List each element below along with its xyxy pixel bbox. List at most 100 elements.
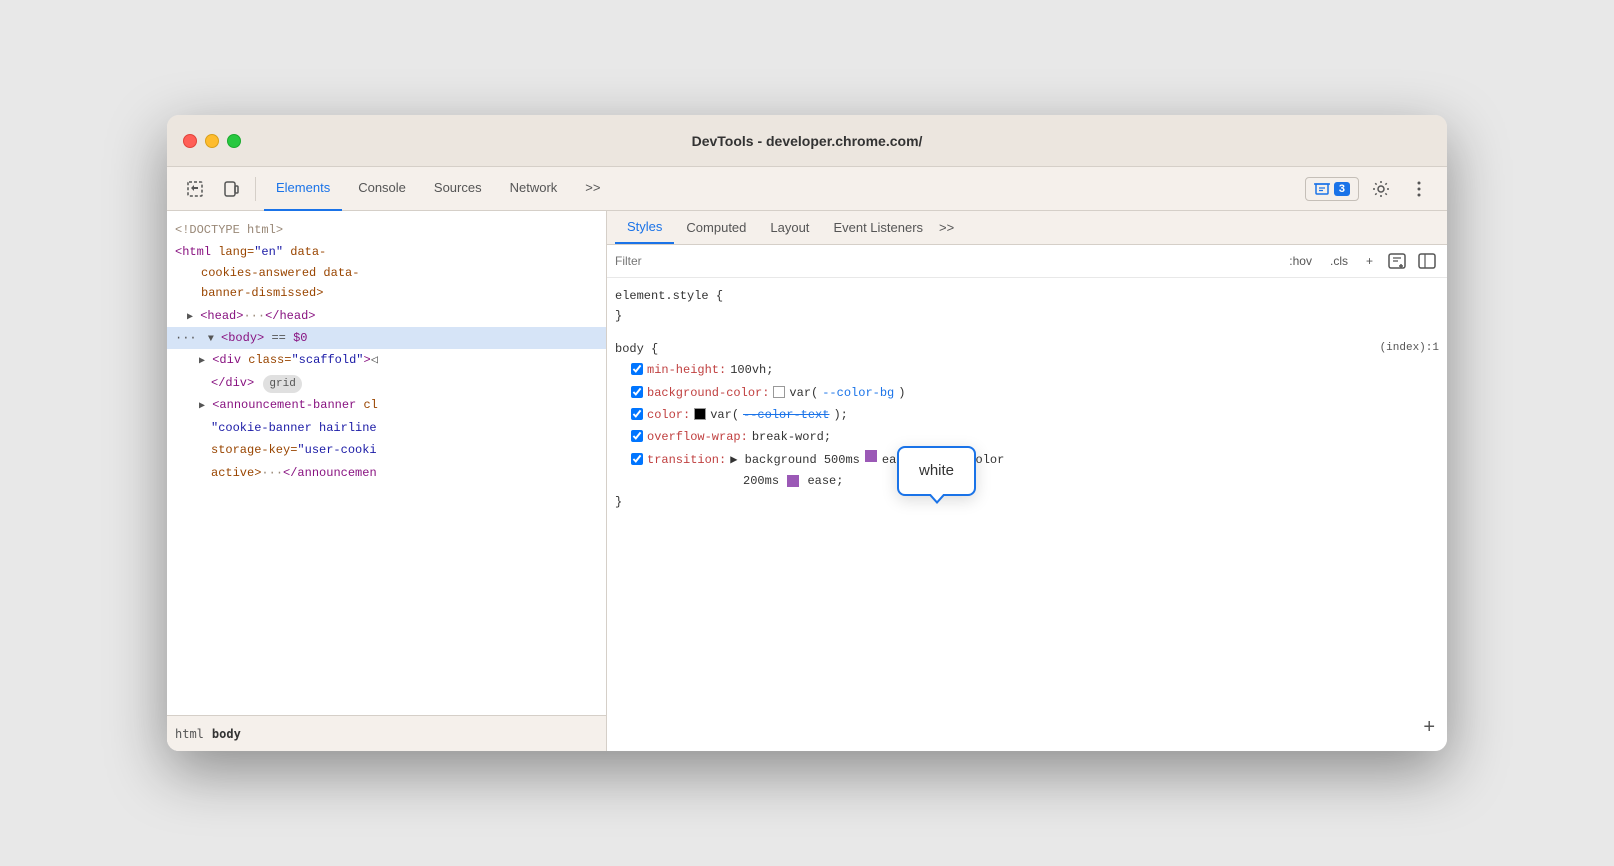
add-style-button[interactable]: + [1360,252,1379,270]
file-reference[interactable]: (index):1 [1380,339,1439,359]
filter-input[interactable] [615,254,1275,268]
min-height-row: min-height: 100vh; [631,359,1439,381]
transition-second-line: 200ms ease; [635,471,1439,491]
hov-button[interactable]: :hov [1283,252,1318,270]
window-controls [183,134,241,148]
device-toolbar-button[interactable] [215,173,247,205]
div-close-line[interactable]: </div> grid [203,372,606,395]
devtools-main: <!DOCTYPE html> <html lang="en" data- co… [167,211,1447,751]
transition-checkbox[interactable] [631,453,643,465]
head-line[interactable]: ▶ <head>···</head> [179,305,606,327]
new-rule-icon [1388,253,1406,269]
transition-200ms: 200ms [635,474,779,488]
sidebar-icon [1418,253,1436,269]
color-tooltip: white [897,446,976,496]
ease-swatch-2 [787,475,799,487]
settings-button[interactable] [1365,173,1397,205]
color-checkbox[interactable] [631,408,643,420]
overflow-wrap-value: break-word; [752,427,831,447]
doctype-line: <!DOCTYPE html> [167,219,606,241]
color-swatch[interactable] [694,408,706,420]
transition-expand: ▶ background 500ms [730,450,860,470]
bg-color-prop: background-color: [647,383,769,403]
issues-count: 3 [1334,182,1350,196]
tab-computed[interactable]: Computed [674,212,758,243]
color-value: var( [710,405,739,425]
settings-icon [1372,180,1390,198]
maximize-button[interactable] [227,134,241,148]
breadcrumb: html body [167,715,606,751]
window-title: DevTools - developer.chrome.com/ [692,133,923,149]
bg-color-row: background-color: var(--color-bg) [631,382,1439,404]
bg-color-swatch[interactable] [773,386,785,398]
add-style-rule-button[interactable]: + [1423,716,1435,739]
cursor-icon [186,180,204,198]
ease-swatch-1 [865,450,877,462]
overflow-wrap-prop: overflow-wrap: [647,427,748,447]
color-prop: color: [647,405,690,425]
body-close: } [615,492,1439,512]
tab-layout[interactable]: Layout [758,212,821,243]
bg-color-var-end: ) [898,383,905,403]
breadcrumb-body[interactable]: body [212,727,241,741]
device-icon [222,180,240,198]
issues-button[interactable]: 3 [1305,177,1359,201]
transition-prop: transition: [647,450,726,470]
overflow-wrap-checkbox[interactable] [631,430,643,442]
cls-button[interactable]: .cls [1324,252,1354,270]
filter-controls: :hov .cls + [1283,249,1439,273]
more-icon [1417,181,1421,197]
body-style-block: body { (index):1 min-height: 100vh; back… [615,339,1439,512]
min-height-checkbox[interactable] [631,363,643,375]
toggle-sidebar-button[interactable] [1415,249,1439,273]
filter-bar: :hov .cls + [607,245,1447,278]
styles-tabs: Styles Computed Layout Event Listeners >… [607,211,1447,245]
body-line[interactable]: ··· ▼ <body> == $0 [167,327,606,349]
grid-badge: grid [263,375,301,394]
html-open-line[interactable]: <html lang="en" data- cookies-answered d… [167,241,606,304]
elements-panel: <!DOCTYPE html> <html lang="en" data- co… [167,211,607,751]
tab-sources[interactable]: Sources [422,167,494,211]
min-height-value: 100vh; [730,360,773,380]
active-line[interactable]: active>···</announcemen [203,462,606,484]
cookie-banner-line[interactable]: "cookie-banner hairline [203,417,606,439]
tab-console[interactable]: Console [346,167,418,211]
overflow-wrap-row: overflow-wrap: break-word; [631,426,1439,448]
storage-key-line[interactable]: storage-key="user-cooki [203,439,606,461]
more-menu-button[interactable] [1403,173,1435,205]
color-text-link[interactable]: --color-text [743,405,829,425]
transition-ease2: ease; [807,474,843,488]
div-scaffold-line[interactable]: ▶ <div class="scaffold">◁ [191,349,606,371]
bg-color-var-start: var( [789,383,818,403]
element-style-selector: element.style { [615,286,1439,306]
devtools-window: DevTools - developer.chrome.com/ Element… [167,115,1447,751]
bg-color-checkbox[interactable] [631,386,643,398]
elements-content[interactable]: <!DOCTYPE html> <html lang="en" data- co… [167,211,606,715]
styles-content[interactable]: element.style { } body { (index):1 min-h… [607,278,1447,751]
styles-tab-more[interactable]: >> [935,212,958,243]
element-style-block: element.style { } [615,286,1439,327]
tab-event-listeners[interactable]: Event Listeners [821,212,935,243]
titlebar: DevTools - developer.chrome.com/ [167,115,1447,167]
devtools-toolbar: Elements Console Sources Network >> 3 [167,167,1447,211]
tab-styles[interactable]: Styles [615,211,674,244]
close-button[interactable] [183,134,197,148]
toolbar-separator [255,177,256,201]
announcement-line[interactable]: ▶ <announcement-banner cl [191,394,606,416]
styles-panel: Styles Computed Layout Event Listeners >… [607,211,1447,751]
min-height-prop: min-height: [647,360,726,380]
element-style-close: } [615,306,1439,326]
color-row: color: var(--color-text); [631,404,1439,426]
body-selector: body { [615,339,658,359]
color-tooltip-text: white [919,462,954,479]
color-bg-link[interactable]: --color-bg [822,383,894,403]
tab-more[interactable]: >> [573,167,612,211]
toolbar-right: 3 [1305,173,1435,205]
minimize-button[interactable] [205,134,219,148]
cursor-tool-button[interactable] [179,173,211,205]
issues-icon [1314,182,1330,196]
new-style-rule-button[interactable] [1385,249,1409,273]
tab-elements[interactable]: Elements [264,167,342,211]
breadcrumb-html[interactable]: html [175,727,204,741]
tab-network[interactable]: Network [498,167,570,211]
